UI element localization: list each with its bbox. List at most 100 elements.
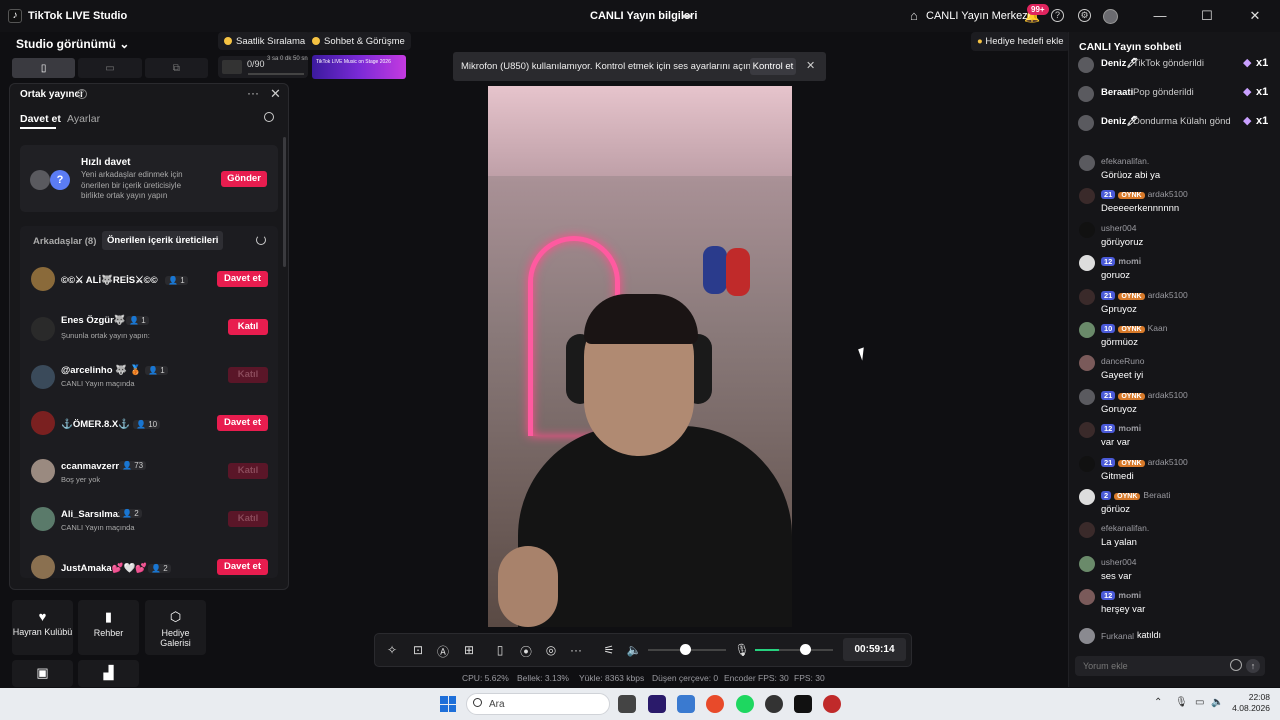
invite-button[interactable]: Davet et [217, 415, 268, 431]
chat-user-line[interactable]: usher004 [1101, 223, 1136, 233]
info-icon[interactable]: ? [77, 89, 87, 99]
magic-wand-icon[interactable]: ✧ [384, 643, 400, 657]
taskbar-search[interactable] [466, 693, 610, 715]
tab-invite[interactable]: Davet et [20, 113, 61, 125]
send-button[interactable]: Gönder [221, 171, 267, 187]
calendar-tile[interactable]: ▣ [12, 660, 73, 687]
avatar [31, 411, 55, 435]
studio-view-dropdown[interactable]: Studio görünümü ⌄ [16, 37, 129, 51]
task-view-icon[interactable] [618, 695, 636, 713]
guide-tile[interactable]: ▮ Rehber [78, 600, 139, 655]
home-icon[interactable]: ⌂ [910, 8, 918, 23]
chrome-icon[interactable] [706, 695, 724, 713]
media-player-icon[interactable] [823, 695, 841, 713]
chat-user-line[interactable]: 10 OYNK Kaan [1101, 323, 1167, 333]
studio-view-label: Studio görünümü [16, 37, 116, 51]
portrait-layout-button[interactable]: ▯ [12, 58, 76, 78]
chat-call-chip[interactable]: Sohbet & Görüşme [306, 32, 411, 50]
live-center-button[interactable]: CANLI Yayın Merkezi [926, 10, 1030, 22]
obs-icon[interactable] [765, 695, 783, 713]
mic-slider-thumb[interactable] [799, 644, 811, 655]
send-icon[interactable]: ↑ [1246, 659, 1260, 673]
chat-user-line[interactable]: 2 OYNK Beraati [1101, 490, 1170, 500]
microphone-icon[interactable]: 🎙 [734, 643, 750, 657]
after-effects-icon[interactable] [648, 695, 666, 713]
outlook-icon[interactable] [677, 695, 695, 713]
chat-user-line[interactable]: efekanalifan. [1101, 156, 1149, 166]
chat-user-line[interactable]: 12 𝐦𝐨𝐦𝐢 [1101, 256, 1141, 267]
join-button[interactable]: Katıl [228, 319, 268, 335]
more-icon[interactable]: ··· [568, 643, 584, 657]
chat-username: ardak5100 [1147, 456, 1188, 467]
chat-user-line[interactable]: 21 OYNK ardak5100 [1101, 189, 1188, 200]
chat-user-line[interactable]: 12 𝐦𝐨𝐦𝐢 [1101, 423, 1141, 434]
avatar [1079, 288, 1095, 305]
friend-count: 👤 73 [119, 461, 147, 470]
stat-cpu: CPU: 5.62% [462, 673, 509, 683]
cohost-name: Ali_Sarsılmaz [61, 509, 123, 520]
tab-settings[interactable]: Ayarlar [67, 113, 100, 125]
gift-text: TikTok gönderildi [1133, 58, 1204, 69]
chevron-up-icon[interactable]: ⌃ [1154, 697, 1162, 708]
stats-tile[interactable]: ▟ [78, 660, 139, 687]
invite-button[interactable]: Davet et [217, 271, 268, 287]
add-source-icon[interactable]: ⊞ [461, 643, 477, 657]
avatar [1078, 57, 1094, 73]
volume-slider-thumb[interactable] [679, 644, 691, 655]
camera-icon[interactable]: ◎ [543, 643, 559, 657]
chat-user-line[interactable]: 12 𝐦𝐨𝐦𝐢 [1101, 590, 1141, 601]
minimize-icon[interactable]: — [1150, 8, 1170, 23]
edit-source-icon[interactable]: ⊡ [410, 643, 426, 657]
friend-count-value: 10 [148, 420, 158, 429]
chat-user-line[interactable]: efekanalifan. [1101, 523, 1149, 533]
tab-friends[interactable]: Arkadaşlar (8) [33, 236, 96, 247]
level-badge: 21 [1101, 457, 1116, 467]
chat-user-line[interactable]: danceRuno [1101, 356, 1144, 366]
chat-message: Gitmedi [1101, 470, 1134, 482]
spotify-icon[interactable] [736, 695, 754, 713]
speaker-icon[interactable]: 🔈 [626, 643, 642, 657]
settings-sliders-icon[interactable]: ⚟ [601, 643, 617, 657]
volume-tray-icon[interactable]: 🔈 [1211, 697, 1223, 708]
microphone-tray-icon[interactable]: 🎙 [1175, 697, 1188, 708]
chat-user-line[interactable]: usher004 [1101, 557, 1136, 567]
network-icon[interactable]: ▭ [1195, 697, 1204, 708]
maximize-icon[interactable]: ☐ [1197, 8, 1217, 24]
scrollbar[interactable] [283, 137, 286, 267]
add-gift-goal-button[interactable]: ● Hediye hedefi ekle [971, 32, 1070, 51]
help-icon[interactable]: ? [1051, 9, 1064, 22]
more-icon[interactable]: ··· [247, 86, 259, 100]
tab-recommended[interactable]: Önerilen içerik üreticileri [102, 231, 224, 250]
windows-start-icon[interactable] [440, 696, 456, 712]
ai-icon[interactable]: Ⓐ [435, 643, 451, 660]
close-icon[interactable]: ✕ [806, 59, 815, 72]
close-icon[interactable]: ✕ [1245, 8, 1265, 24]
phone-icon[interactable]: ▯ [492, 643, 508, 657]
search-icon[interactable] [264, 112, 274, 122]
close-icon[interactable]: ✕ [270, 86, 281, 102]
chat-user-line[interactable]: 21 OYNK ardak5100 [1101, 457, 1188, 467]
invite-button[interactable]: Davet et [217, 559, 268, 575]
fan-club-tile[interactable]: ♥ Hayran Kulübü [12, 600, 73, 655]
clock-date: 4.08.2026 [1232, 703, 1270, 713]
landscape-layout-button[interactable]: ▭ [78, 58, 142, 78]
gift-text: Dondurma Külahı gönd [1133, 116, 1231, 127]
tiktok-icon[interactable] [794, 695, 812, 713]
gear-icon[interactable]: ⚙ [1078, 9, 1091, 22]
avatar[interactable] [1103, 9, 1118, 24]
chat-user-line[interactable]: 21 OYNK ardak5100 [1101, 290, 1188, 300]
taskbar-clock[interactable]: 22:08 4.08.2026 [1232, 692, 1270, 714]
check-button[interactable]: Kontrol et [750, 58, 796, 75]
emoji-icon[interactable] [1230, 659, 1242, 671]
hourly-ranking-chip[interactable]: Saatlik Sıralama [218, 32, 312, 50]
share-icon[interactable]: ➦ [682, 9, 692, 23]
chat-user-line[interactable]: 21 OYNK ardak5100 [1101, 390, 1188, 400]
goal-icon [222, 60, 242, 74]
record-icon[interactable]: ⦿ [518, 643, 534, 660]
gift-multiplier: x1 [1256, 57, 1269, 69]
multi-layout-button[interactable]: ⧉ [144, 58, 208, 78]
boxing-glove [726, 248, 750, 296]
event-banner[interactable]: TikTok LIVE Music on Stage 2026 [312, 55, 406, 79]
refresh-icon[interactable] [256, 235, 266, 245]
gift-gallery-tile[interactable]: ⬡ Hediye Galerisi [145, 600, 206, 655]
